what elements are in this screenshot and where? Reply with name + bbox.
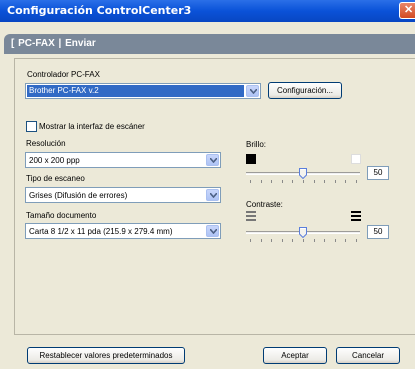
brightness-slider[interactable] xyxy=(246,167,360,183)
cancel-button[interactable]: Cancelar xyxy=(336,347,400,364)
slider-tick xyxy=(356,239,357,242)
scan-type-label: Tipo de escaneo xyxy=(26,174,85,183)
accept-button[interactable]: Aceptar xyxy=(263,347,327,364)
dark-square-icon xyxy=(246,154,256,164)
slider-tick xyxy=(292,239,293,242)
contrast-value: 50 xyxy=(367,225,389,239)
slider-tick xyxy=(271,180,272,183)
driver-select[interactable]: Brother PC-FAX v.2 xyxy=(25,83,261,99)
slider-tick xyxy=(314,239,315,242)
title-bar: Configuración ControlCenter3 ✕ xyxy=(0,0,415,22)
slider-tick xyxy=(303,239,304,242)
brightness-label: Brillo: xyxy=(246,140,267,149)
slider-tick xyxy=(345,239,346,242)
slider-tick xyxy=(271,239,272,242)
chevron-down-icon xyxy=(206,154,219,166)
slider-tick xyxy=(335,239,336,242)
scan-type-select[interactable]: Grises (Difusión de errores) xyxy=(25,187,221,203)
show-scanner-interface-checkbox[interactable] xyxy=(26,121,37,132)
low-contrast-icon xyxy=(246,211,256,221)
slider-thumb[interactable] xyxy=(299,168,307,180)
window-title: Configuración ControlCenter3 xyxy=(7,4,192,17)
slider-tick xyxy=(324,239,325,242)
tab-header-text: [ PC-FAX | Enviar xyxy=(11,38,96,49)
tab-header: [ PC-FAX | Enviar xyxy=(4,34,415,54)
scan-type-select-value: Grises (Difusión de errores) xyxy=(29,191,128,200)
driver-select-value: Brother PC-FAX v.2 xyxy=(27,85,244,97)
resolution-select-value: 200 x 200 ppp xyxy=(29,156,80,165)
resolution-label: Resolución xyxy=(26,139,66,148)
driver-label: Controlador PC-FAX xyxy=(27,70,100,79)
slider-tick xyxy=(261,180,262,183)
show-scanner-interface-label: Mostrar la interfaz de escáner xyxy=(39,122,145,131)
chevron-down-icon xyxy=(206,189,219,201)
restore-defaults-button[interactable]: Restablecer valores predeterminados xyxy=(27,347,185,364)
document-size-label: Tamaño documento xyxy=(26,211,97,220)
slider-tick xyxy=(314,180,315,183)
slider-thumb[interactable] xyxy=(299,227,307,239)
document-size-select-value: Carta 8 1/2 x 11 pda (215.9 x 279.4 mm) xyxy=(29,227,173,236)
slider-tick xyxy=(282,180,283,183)
slider-tick xyxy=(292,180,293,183)
slider-tick xyxy=(250,180,251,183)
chevron-down-icon xyxy=(206,225,219,237)
document-size-select[interactable]: Carta 8 1/2 x 11 pda (215.9 x 279.4 mm) xyxy=(25,223,221,239)
resolution-select[interactable]: 200 x 200 ppp xyxy=(25,152,221,168)
slider-tick xyxy=(261,239,262,242)
slider-tick xyxy=(335,180,336,183)
light-square-icon xyxy=(351,154,361,164)
contrast-slider[interactable] xyxy=(246,226,360,242)
close-icon: ✕ xyxy=(404,4,414,16)
configuration-button[interactable]: Configuración... xyxy=(268,82,342,99)
slider-tick xyxy=(303,180,304,183)
slider-tick xyxy=(356,180,357,183)
slider-tick xyxy=(345,180,346,183)
slider-tick xyxy=(324,180,325,183)
close-button[interactable]: ✕ xyxy=(399,2,415,19)
slider-tick xyxy=(250,239,251,242)
brightness-value: 50 xyxy=(367,166,389,180)
slider-tick xyxy=(282,239,283,242)
high-contrast-icon xyxy=(351,211,361,221)
contrast-label: Contraste: xyxy=(246,200,283,209)
chevron-down-icon xyxy=(246,85,259,97)
